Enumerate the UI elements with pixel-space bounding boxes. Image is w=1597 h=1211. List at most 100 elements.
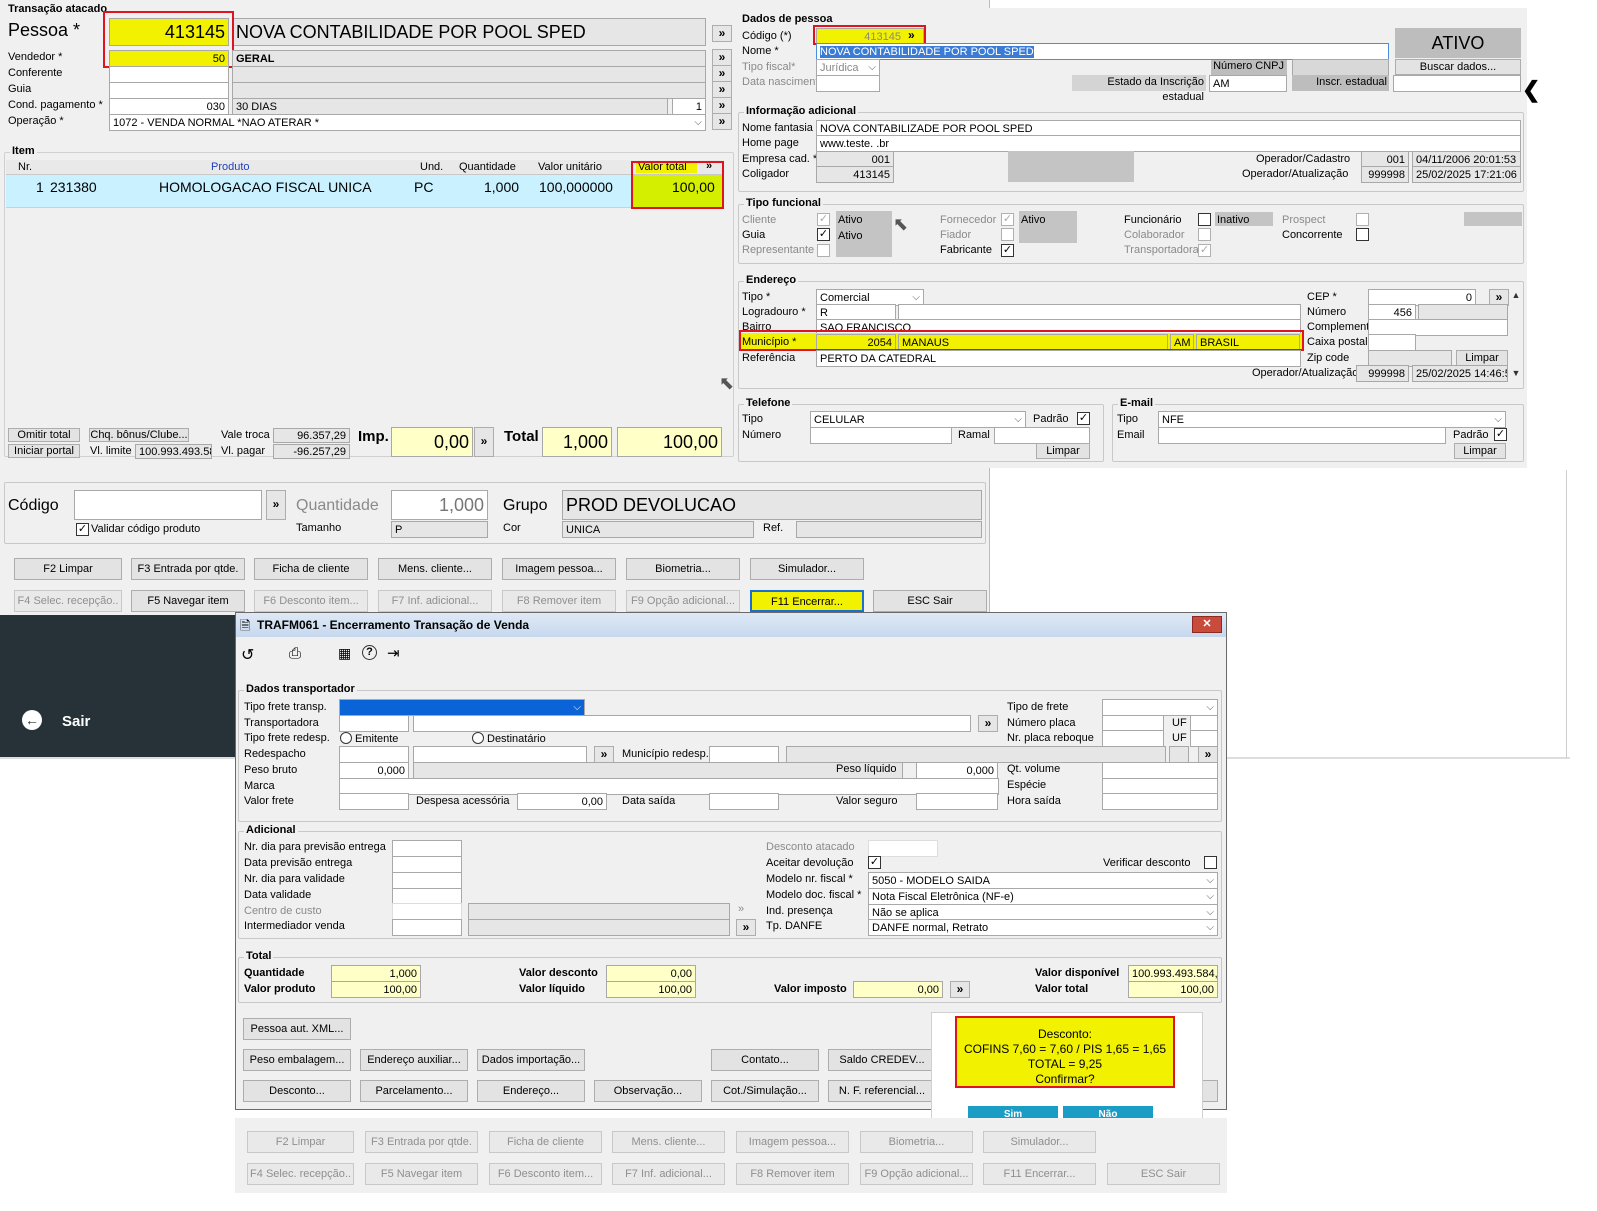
email-padrao-checkbox[interactable]: ✓ [1494,428,1507,441]
nf-referencial-button[interactable]: N. F. referencial... [828,1080,936,1102]
omitir-total-button[interactable]: Omitir total [8,428,80,442]
peso-liquido-field[interactable]: 0,000 [916,762,998,779]
endereco-button[interactable]: Endereço... [477,1080,585,1102]
fabricante-checkbox[interactable]: ✓ [1001,244,1014,257]
email-limpar-button[interactable]: Limpar [1454,443,1506,459]
f4-selec-button[interactable]: F4 Selec. recepção.. [14,590,122,612]
tel-tipo-select[interactable]: CELULAR ⌵ [810,411,1026,428]
quantidade-input[interactable]: 1,000 [391,490,488,520]
bottom-f7-button[interactable]: F7 Inf. adicional... [612,1163,725,1185]
cond-search-button[interactable]: » [712,97,732,114]
f6-desconto-button[interactable]: F6 Desconto item... [254,590,368,612]
guia-code-field[interactable] [109,82,229,99]
dlg-imposto-expand-button[interactable]: » [950,981,970,998]
estado-ie-field[interactable]: AM [1209,75,1287,92]
transportadora-search-button[interactable]: » [978,715,998,732]
f2-limpar-button[interactable]: F2 Limpar [14,558,122,580]
table-row[interactable]: 1 231380 HOMOLOGACAO FISCAL UNICA PC 1,0… [6,175,724,208]
home-field[interactable]: www.teste. .br [816,135,1521,152]
pessoa-code-field[interactable]: 413145 [109,18,229,46]
destinatario-radio[interactable] [472,732,484,744]
prospect-checkbox[interactable] [1356,213,1369,226]
pessoa-aut-xml-button[interactable]: Pessoa aut. XML... [243,1018,351,1040]
peso-bruto-field[interactable]: 0,000 [339,762,409,779]
tipo-frete-select[interactable]: ⌵ [1102,699,1218,716]
simulador-button[interactable]: Simulador... [750,558,864,580]
bottom-f5-button[interactable]: F5 Navegar item [365,1163,478,1185]
email-tipo-select[interactable]: NFE ⌵ [1158,411,1506,428]
buscar-dados-button[interactable]: Buscar dados... [1395,59,1521,75]
saldo-credev-button[interactable]: Saldo CREDEV... [828,1049,936,1071]
ficha-cliente-button[interactable]: Ficha de cliente [254,558,368,580]
f7-inf-button[interactable]: F7 Inf. adicional... [378,590,492,612]
email-field[interactable] [1158,427,1446,444]
colaborador-checkbox[interactable] [1198,228,1211,241]
verificar-desc-checkbox[interactable] [1204,856,1217,869]
f9-opcao-button[interactable]: F9 Opção adicional... [626,590,740,612]
end-scrollbar[interactable]: ▲ ▼ [1510,289,1522,381]
tel-limpar-button[interactable]: Limpar [1036,443,1090,459]
col-vt-expand-icon[interactable]: » [706,160,712,172]
bottom-simulador-button[interactable]: Simulador... [983,1131,1096,1153]
operacao-search-button[interactable]: » [712,113,732,130]
end-ref-field[interactable]: PERTO DA CATEDRAL [816,350,1301,367]
sair-button[interactable]: ← Sair [22,710,122,734]
emitente-radio[interactable] [340,732,352,744]
nasc-field[interactable] [816,75,880,92]
bottom-ficha-button[interactable]: Ficha de cliente [489,1131,602,1153]
cond-number-field[interactable]: 1 [672,98,706,115]
concorrente-checkbox[interactable] [1356,228,1369,241]
f5-navegar-button[interactable]: F5 Navegar item [131,590,245,612]
guia-checkbox[interactable]: ✓ [817,228,830,241]
cx-field[interactable] [1368,334,1416,351]
parcelamento-button[interactable]: Parcelamento... [360,1080,468,1102]
vendedor-code-field[interactable]: 50 [109,50,229,67]
nome-field[interactable]: NOVA CONTABILIDADE POR POOL SPED [816,43,1389,60]
imagem-pessoa-button[interactable]: Imagem pessoa... [502,558,616,580]
bottom-biometria-button[interactable]: Biometria... [860,1131,973,1153]
redespacho-code-field[interactable] [339,746,409,763]
aceitar-dev-checkbox[interactable]: ✓ [868,856,881,869]
hora-saida-field[interactable] [1102,793,1218,810]
valor-seguro-field[interactable] [916,793,998,810]
inscr-field[interactable] [1393,75,1521,92]
conferente-code-field[interactable] [109,66,229,83]
centro-custo-field[interactable] [392,903,462,920]
fiador-checkbox[interactable] [1001,228,1014,241]
valor-frete-field[interactable] [339,793,409,810]
chq-bonus-button[interactable]: Chq. bônus/Clube... [89,428,189,442]
desconto-atacado-field[interactable] [868,840,938,857]
bottom-f6-button[interactable]: F6 Desconto item... [489,1163,602,1185]
end-limpar-button[interactable]: Limpar [1456,350,1508,366]
dados-importacao-button[interactable]: Dados importação... [477,1049,585,1071]
nr-placa-reboque-field[interactable] [1102,730,1164,747]
transportadora-name-field[interactable] [413,715,971,732]
help-icon[interactable]: ? [362,645,377,660]
qt-volume-field[interactable] [1102,762,1218,779]
operacao-select[interactable]: 1072 - VENDA NORMAL *NAO ATERAR * ⌵ [109,114,706,131]
bottom-imagem-button[interactable]: Imagem pessoa... [736,1131,849,1153]
peso-embalagem-button[interactable]: Peso embalagem... [243,1049,351,1071]
endereco-auxiliar-button[interactable]: Endereço auxiliar... [360,1049,468,1071]
imp-expand-button[interactable]: » [474,427,494,457]
contato-button[interactable]: Contato... [711,1049,819,1071]
intermediador-search-button[interactable]: » [736,919,756,936]
calendar-icon[interactable]: ▦ [338,645,351,662]
nr-dia-valid-field[interactable] [392,872,462,889]
iniciar-portal-button[interactable]: Iniciar portal [8,444,80,458]
biometria-button[interactable]: Biometria... [626,558,740,580]
codigo-expand-icon[interactable]: » [908,28,915,42]
redespacho-search-button[interactable]: » [594,746,614,763]
f11-encerrar-button[interactable]: F11 Encerrar... [750,590,864,612]
tel-num-field[interactable] [810,427,952,444]
vendedor-search-button[interactable]: » [712,49,732,66]
desconto-button[interactable]: Desconto... [243,1080,351,1102]
transportadora-checkbox[interactable]: ✓ [1198,244,1211,257]
intermediador-field[interactable] [392,919,462,936]
tel-padrao-checkbox[interactable]: ✓ [1077,412,1090,425]
validar-checkbox[interactable]: ✓ [76,523,89,536]
close-button[interactable]: ✕ [1192,616,1222,633]
exit-icon[interactable]: ⇥ [387,644,400,662]
bottom-esc-button[interactable]: ESC Sair [1107,1163,1220,1185]
modelo-nr-select[interactable]: 5050 - MODELO SAIDA ⌵ [868,872,1218,889]
